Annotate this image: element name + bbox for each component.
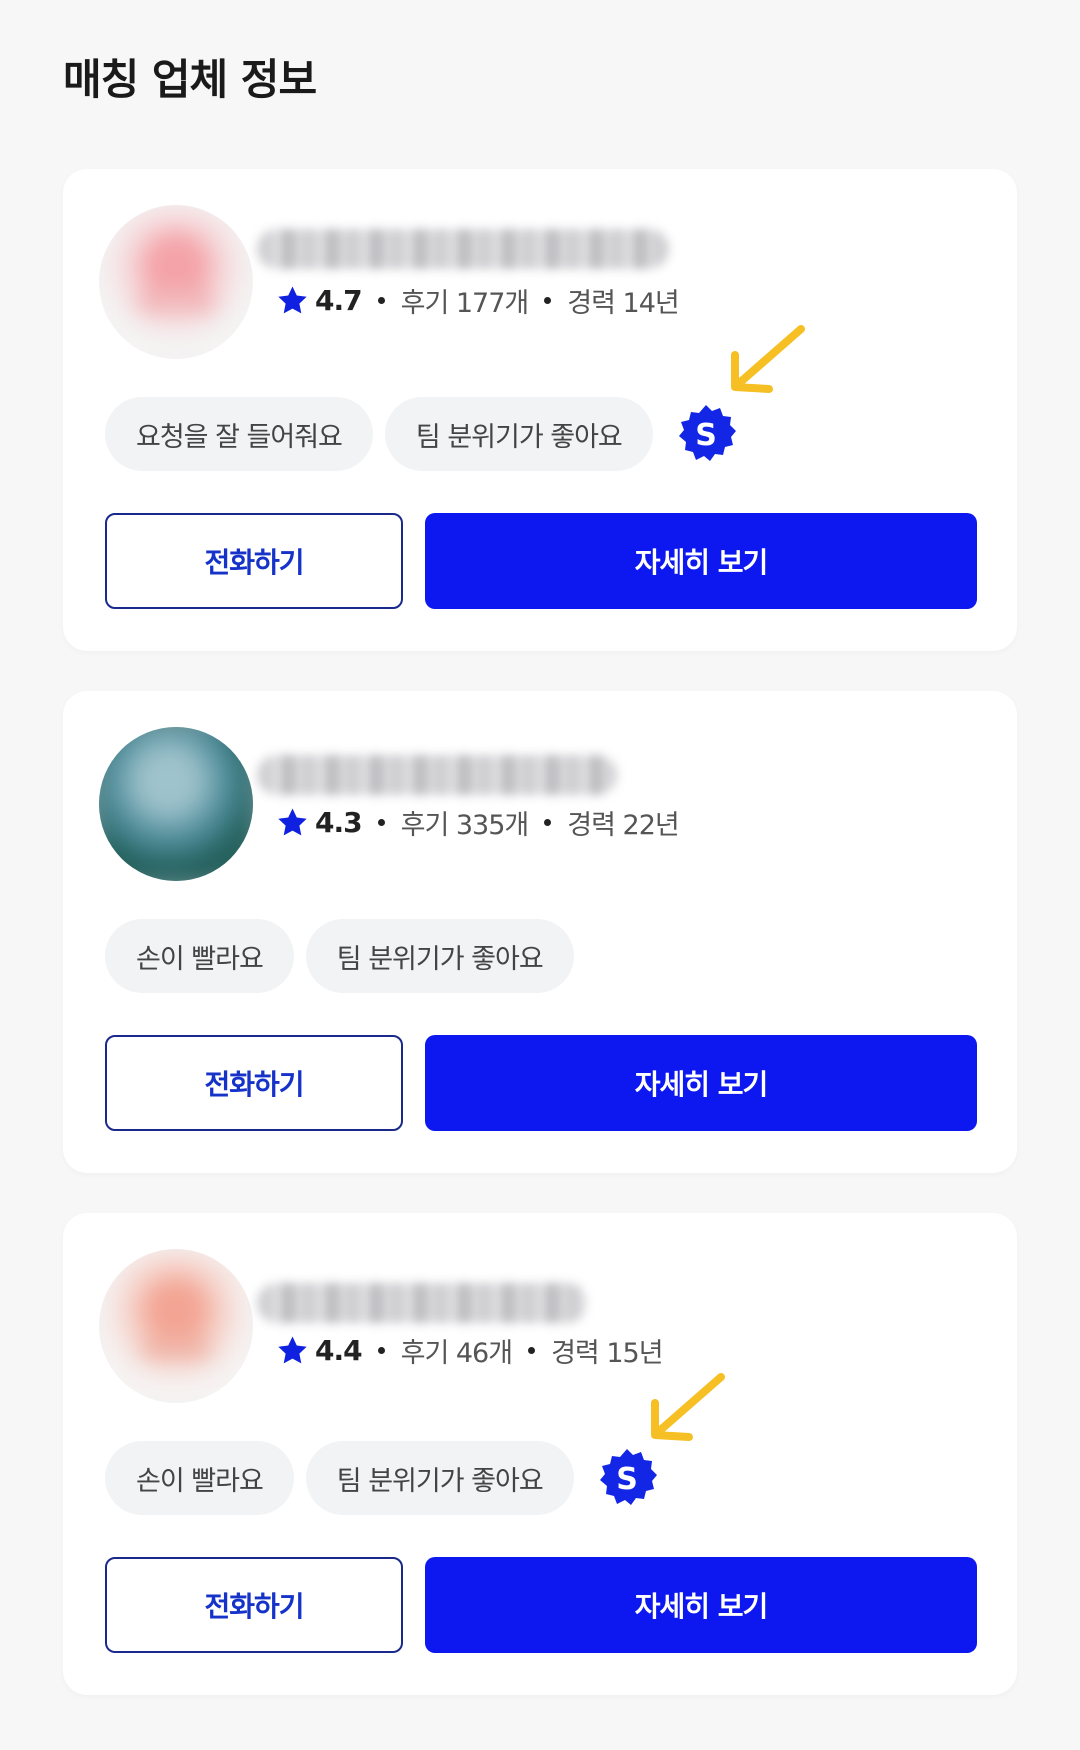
review-count: 후기 177개 bbox=[400, 288, 530, 319]
company-card: 4.3 후기 335개 경력 22년 손이 빨라요 팀 분위기가 좋아요 전화하… bbox=[63, 691, 1017, 1173]
star-icon bbox=[278, 1336, 307, 1364]
section-title: 매칭 업체 정보 bbox=[63, 55, 317, 104]
action-buttons: 전화하기 자세히 보기 bbox=[105, 1035, 977, 1131]
company-meta: 4.7 후기 177개 경력 14년 bbox=[276, 281, 680, 320]
company-meta: 4.4 후기 46개 경력 15년 bbox=[276, 1331, 664, 1370]
separator-dot bbox=[528, 1347, 536, 1354]
action-buttons: 전화하기 자세히 보기 bbox=[105, 1557, 977, 1653]
company-meta: 4.3 후기 335개 경력 22년 bbox=[276, 803, 680, 842]
separator-dot bbox=[544, 819, 552, 826]
rating-value: 4.4 bbox=[315, 1334, 363, 1367]
career-years: 경력 22년 bbox=[567, 810, 679, 841]
rating-value: 4.7 bbox=[315, 284, 363, 317]
separator-dot bbox=[377, 1347, 385, 1354]
separator-dot bbox=[377, 297, 385, 304]
call-button[interactable]: 전화하기 bbox=[105, 1035, 403, 1131]
company-card: 4.7 후기 177개 경력 14년 요청을 잘 들어줘요 팀 분위기가 좋아요… bbox=[63, 169, 1017, 651]
call-button[interactable]: 전화하기 bbox=[105, 513, 403, 609]
tag-chip: 손이 빨라요 bbox=[105, 1441, 294, 1515]
tag-chip: 팀 분위기가 좋아요 bbox=[305, 919, 574, 993]
tag-list: 손이 빨라요 팀 분위기가 좋아요 bbox=[105, 919, 586, 993]
separator-dot bbox=[544, 297, 552, 304]
badge-label: S bbox=[695, 418, 717, 453]
yellow-arrow-icon bbox=[731, 325, 805, 393]
tag-chip: 손이 빨라요 bbox=[105, 919, 294, 993]
review-count: 후기 335개 bbox=[400, 810, 530, 841]
review-count: 후기 46개 bbox=[400, 1338, 513, 1369]
star-icon bbox=[278, 808, 307, 836]
company-avatar bbox=[99, 205, 253, 359]
company-avatar bbox=[99, 1249, 253, 1403]
company-name-blurred bbox=[257, 229, 669, 269]
yellow-arrow-icon bbox=[651, 1373, 725, 1441]
company-avatar bbox=[99, 727, 253, 881]
tag-list: 손이 빨라요 팀 분위기가 좋아요 S bbox=[105, 1441, 658, 1515]
tag-chip: 팀 분위기가 좋아요 bbox=[305, 1441, 574, 1515]
rating-value: 4.3 bbox=[315, 806, 363, 839]
matching-page: 매칭 업체 정보 4.7 후기 177개 경력 14년 요청을 잘 들어줘요 팀… bbox=[0, 0, 1080, 1750]
view-details-button[interactable]: 자세히 보기 bbox=[425, 513, 977, 609]
call-button[interactable]: 전화하기 bbox=[105, 1557, 403, 1653]
tag-chip: 팀 분위기가 좋아요 bbox=[384, 397, 653, 471]
career-years: 경력 14년 bbox=[567, 288, 679, 319]
s-badge-icon: S bbox=[675, 403, 737, 465]
company-card: 4.4 후기 46개 경력 15년 손이 빨라요 팀 분위기가 좋아요 S 전화… bbox=[63, 1213, 1017, 1695]
view-details-button[interactable]: 자세히 보기 bbox=[425, 1557, 977, 1653]
separator-dot bbox=[377, 819, 385, 826]
s-badge-icon: S bbox=[596, 1447, 658, 1509]
tag-chip: 요청을 잘 들어줘요 bbox=[105, 397, 373, 471]
career-years: 경력 15년 bbox=[551, 1338, 663, 1369]
star-icon bbox=[278, 286, 307, 314]
tag-list: 요청을 잘 들어줘요 팀 분위기가 좋아요 S bbox=[105, 397, 737, 471]
view-details-button[interactable]: 자세히 보기 bbox=[425, 1035, 977, 1131]
badge-label: S bbox=[616, 1462, 638, 1497]
company-name-blurred bbox=[257, 1283, 587, 1323]
company-name-blurred bbox=[257, 755, 617, 795]
action-buttons: 전화하기 자세히 보기 bbox=[105, 513, 977, 609]
